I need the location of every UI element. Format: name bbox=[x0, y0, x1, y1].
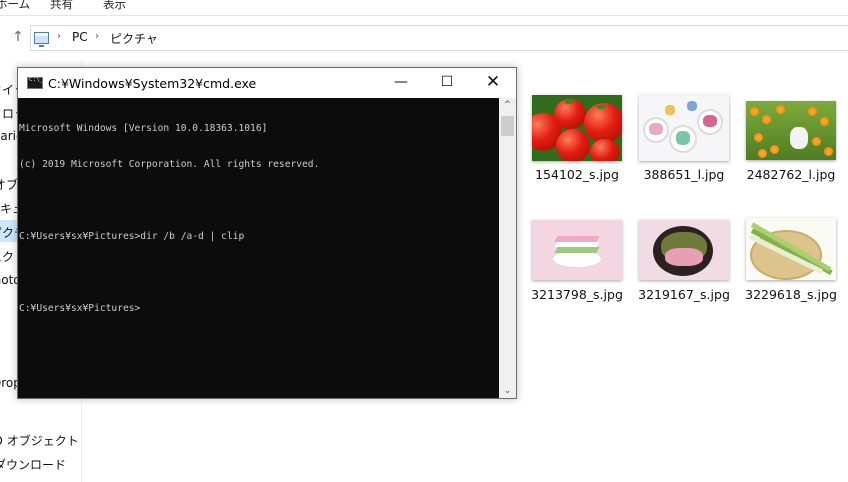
nav-item-downloads[interactable]: ダウンロード bbox=[0, 456, 66, 473]
image-preview bbox=[532, 95, 622, 161]
chevron-right-icon[interactable]: › bbox=[95, 31, 99, 42]
file-name: 2482762_l.jpg bbox=[746, 167, 836, 182]
console-line: (c) 2019 Microsoft Corporation. All righ… bbox=[19, 159, 320, 170]
file-thumbnail[interactable]: 2482762_l.jpg bbox=[746, 101, 836, 182]
image-preview bbox=[532, 220, 622, 280]
close-button[interactable]: ✕ bbox=[470, 68, 516, 98]
minimize-button[interactable]: — bbox=[378, 68, 424, 98]
console-line: Microsoft Windows [Version 10.0.18363.10… bbox=[19, 123, 268, 134]
address-bar[interactable]: › PC › ピクチャ bbox=[30, 25, 848, 51]
chevron-right-icon[interactable]: › bbox=[57, 31, 61, 42]
up-arrow-icon[interactable]: ↑ bbox=[10, 29, 26, 45]
window-title: C:¥Windows¥System32¥cmd.exe bbox=[48, 76, 257, 91]
cmd-window[interactable]: C:¥Windows¥System32¥cmd.exe — ☐ ✕ Micros… bbox=[17, 67, 517, 399]
console-line: C:¥Users¥sx¥Pictures>dir /b /a-d | clip bbox=[19, 231, 245, 242]
scroll-up-icon[interactable]: ^ bbox=[499, 98, 516, 112]
console-line: C:¥Users¥sx¥Pictures> bbox=[19, 303, 141, 314]
image-preview bbox=[746, 101, 836, 160]
tab-share[interactable]: 共有 bbox=[50, 0, 73, 12]
breadcrumb-pictures[interactable]: ピクチャ bbox=[110, 30, 158, 47]
breadcrumb-pc[interactable]: PC bbox=[72, 30, 88, 44]
image-preview bbox=[639, 220, 729, 280]
scroll-down-icon[interactable]: ⌄ bbox=[499, 384, 516, 398]
console-icon bbox=[27, 76, 43, 89]
tab-home[interactable]: ホーム bbox=[0, 0, 30, 12]
vertical-scrollbar[interactable]: ^ ⌄ bbox=[499, 98, 516, 398]
cmd-titlebar[interactable]: C:¥Windows¥System32¥cmd.exe — ☐ ✕ bbox=[18, 68, 516, 98]
image-preview bbox=[639, 95, 729, 161]
ribbon-tabs: ホーム 共有 表示 bbox=[0, 0, 848, 16]
tab-view[interactable]: 表示 bbox=[103, 0, 126, 12]
image-preview bbox=[746, 218, 836, 280]
scrollbar-thumb[interactable] bbox=[501, 116, 514, 136]
console-output[interactable]: Microsoft Windows [Version 10.0.18363.10… bbox=[18, 98, 499, 398]
pc-icon bbox=[34, 32, 49, 47]
maximize-button[interactable]: ☐ bbox=[424, 68, 470, 98]
file-name: 3229618_s.jpg bbox=[745, 287, 837, 302]
nav-item-3d-objects[interactable]: 3D オブジェクト bbox=[0, 432, 79, 449]
